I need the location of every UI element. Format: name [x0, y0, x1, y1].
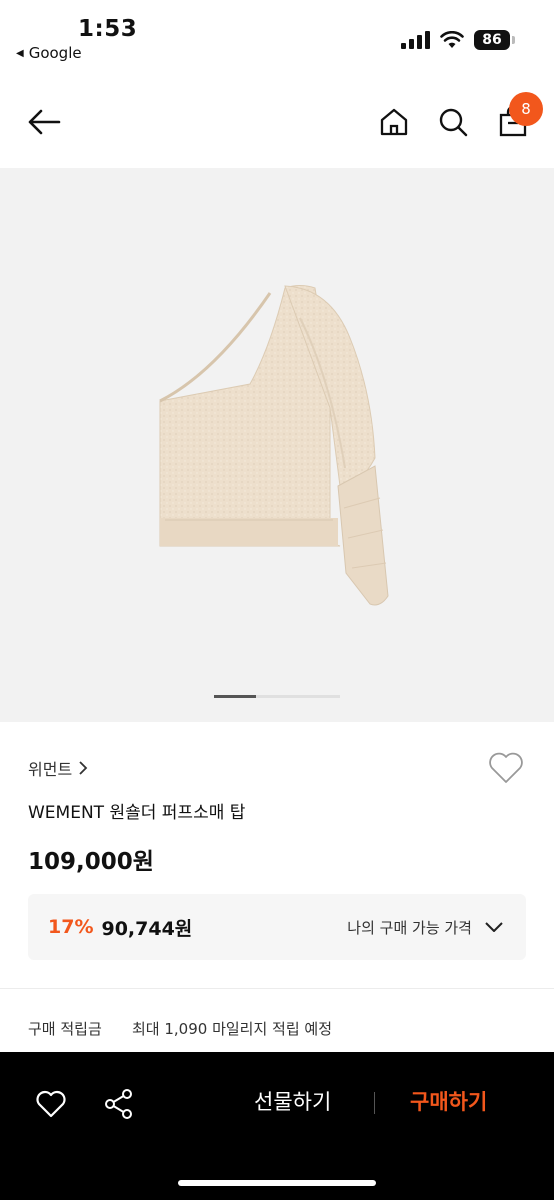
heart-outline-icon	[489, 752, 523, 783]
search-button[interactable]	[433, 102, 473, 142]
wishlist-button[interactable]	[486, 748, 526, 788]
bottom-action-bar: 선물하기 구매하기	[0, 1052, 554, 1200]
buy-button[interactable]: 구매하기	[410, 1086, 487, 1116]
bottom-bar-separator	[374, 1092, 375, 1114]
image-carousel-indicator	[214, 695, 340, 698]
wifi-icon	[440, 31, 464, 48]
heart-outline-icon	[36, 1090, 66, 1118]
product-image[interactable]	[0, 168, 554, 722]
home-button[interactable]	[374, 102, 414, 142]
cellular-signal-icon	[401, 31, 430, 49]
brand-link[interactable]: 위먼트	[28, 756, 88, 780]
back-arrow-icon	[28, 109, 61, 135]
screen: 1:53 ◀ Google 86 8 위먼트 WEMENT 원숄더 퍼프소매 탑…	[0, 0, 554, 1200]
home-icon	[380, 108, 408, 136]
chevron-down-icon	[485, 922, 503, 932]
battery-level: 86	[482, 32, 502, 48]
gift-button[interactable]: 선물하기	[254, 1086, 331, 1116]
points-value: 최대 1,090 마일리지 적립 예정	[132, 1020, 333, 1038]
status-indicators: 86	[401, 30, 515, 50]
bottom-wishlist-button[interactable]	[31, 1084, 71, 1124]
back-app-label: Google	[28, 44, 82, 62]
points-row: 구매 적립금 최대 1,090 마일리지 적립 예정	[28, 1018, 332, 1039]
cart-count-badge: 8	[509, 92, 543, 126]
status-time: 1:53	[78, 16, 138, 42]
back-triangle-icon: ◀	[16, 47, 24, 59]
discount-box: 17% 90,744원 나의 구매 가능 가격	[28, 894, 526, 960]
product-name: WEMENT 원숄더 퍼프소매 탑	[28, 803, 246, 823]
home-indicator[interactable]	[178, 1180, 376, 1186]
product-price: 109,000원	[28, 849, 154, 875]
brand-name: 위먼트	[28, 760, 73, 779]
carousel-dot-active	[214, 695, 256, 698]
carousel-dot	[256, 695, 340, 698]
search-icon	[439, 108, 468, 137]
back-button[interactable]	[24, 102, 64, 142]
back-to-app-link[interactable]: ◀ Google	[16, 44, 82, 62]
my-price-toggle[interactable]: 나의 구매 가능 가격	[347, 917, 504, 938]
share-button[interactable]	[99, 1084, 139, 1124]
chevron-right-icon	[79, 761, 88, 775]
share-icon	[105, 1089, 132, 1119]
discount-percent: 17%	[48, 916, 94, 938]
sweater-image	[159, 285, 389, 606]
app-header	[0, 76, 554, 168]
status-bar: 1:53 ◀ Google 86	[0, 0, 554, 76]
section-divider	[0, 988, 554, 989]
discount-price: 90,744원	[101, 917, 193, 940]
points-label: 구매 적립금	[28, 1020, 102, 1038]
battery-icon: 86	[474, 30, 515, 50]
my-price-label: 나의 구매 가능 가격	[347, 918, 472, 937]
